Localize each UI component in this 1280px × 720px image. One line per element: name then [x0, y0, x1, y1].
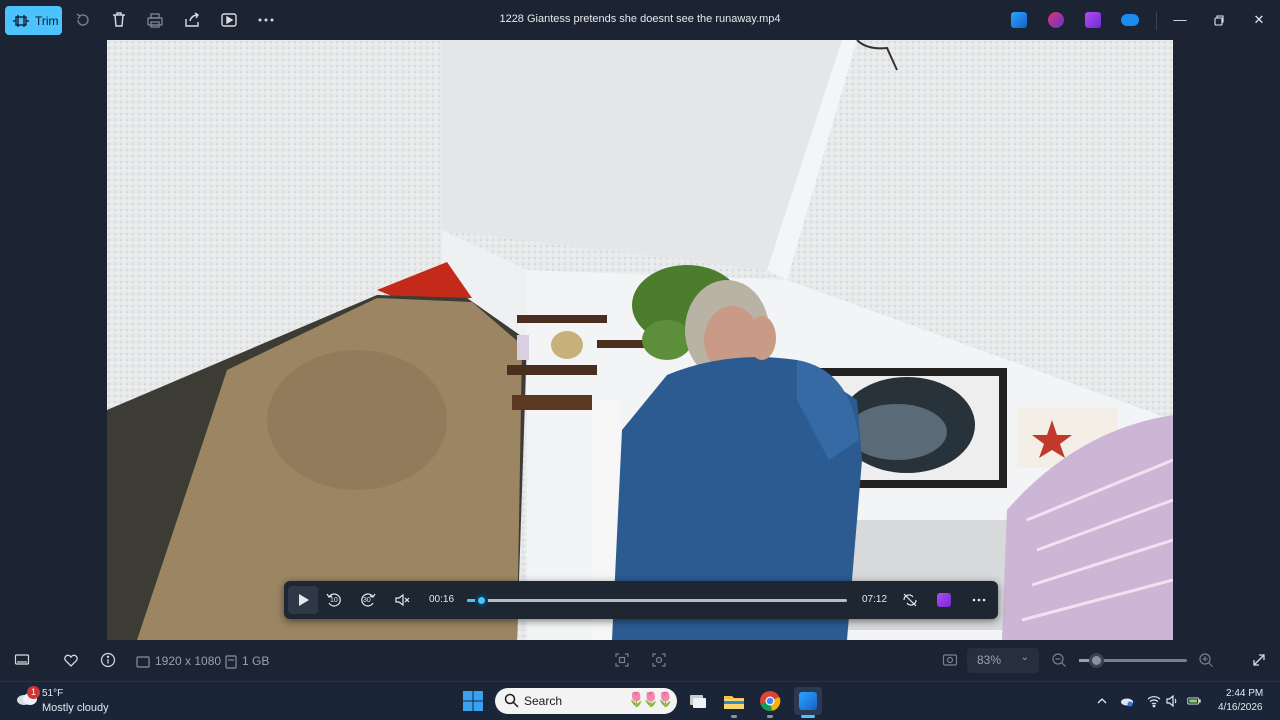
skip-back-label: 10: [330, 597, 338, 604]
fit-icon[interactable]: [614, 652, 630, 668]
designer-app-icon[interactable]: [1048, 12, 1064, 28]
clipchamp-button[interactable]: [932, 588, 956, 612]
volume-muted-icon: [395, 593, 410, 607]
file-explorer-icon[interactable]: [722, 689, 746, 713]
repeat-off-button[interactable]: [898, 588, 922, 612]
search-placeholder: Search: [524, 694, 563, 708]
trim-button[interactable]: Trim: [5, 6, 62, 35]
photos-running-indicator: [801, 715, 815, 718]
file-size-icon: [223, 654, 237, 669]
resolution-text: 1920 x 1080: [155, 654, 222, 668]
zoom-slider-thumb[interactable]: [1089, 653, 1105, 668]
clipchamp-app-icon[interactable]: [1085, 12, 1101, 28]
minimize-button[interactable]: —: [1170, 10, 1190, 30]
chevron-down-icon: ⌄: [1020, 652, 1029, 663]
battery-icon[interactable]: [1187, 694, 1205, 708]
onedrive-icon[interactable]: [1121, 14, 1139, 26]
filmstrip-icon[interactable]: [14, 652, 30, 668]
photos-icon: [799, 692, 817, 710]
more-options-icon: [972, 598, 986, 602]
seek-bar[interactable]: [467, 594, 847, 607]
onedrive-tray-icon[interactable]: [1120, 694, 1134, 708]
rotate-icon[interactable]: [74, 11, 92, 29]
zoom-out-icon[interactable]: [1051, 652, 1067, 668]
more-options-icon[interactable]: [257, 11, 275, 29]
restore-button[interactable]: [1209, 10, 1229, 30]
file-size-text: 1 GB: [242, 654, 270, 668]
search-icon: [504, 693, 519, 708]
delete-icon[interactable]: [110, 11, 128, 29]
tulips-icon: 🌷🌷🌷: [627, 691, 674, 707]
clipchamp-icon: [937, 593, 951, 607]
weather-desc: Mostly cloudy: [42, 702, 109, 714]
photos-app-icon[interactable]: [1011, 12, 1027, 28]
repeat-off-icon: [903, 593, 917, 607]
explorer-running-indicator: [731, 715, 737, 718]
actual-size-icon[interactable]: [651, 652, 667, 668]
clock-date[interactable]: 4/16/2026: [1218, 702, 1263, 713]
info-icon[interactable]: [100, 652, 116, 668]
resolution-icon: [135, 654, 150, 668]
status-bar: 1920 x 1080 1 GB 83% ⌄: [0, 640, 1280, 681]
weather-badge: 1: [27, 686, 40, 699]
trim-label: Trim: [35, 13, 59, 28]
zoom-in-icon[interactable]: [1198, 652, 1214, 668]
zoom-value: 83%: [977, 653, 1002, 667]
skip-forward-button[interactable]: 30: [356, 588, 380, 612]
duration: 07:12: [862, 594, 888, 605]
current-time: 00:16: [429, 594, 455, 605]
fullscreen-icon[interactable]: [1251, 652, 1267, 668]
clock-time[interactable]: 2:44 PM: [1226, 688, 1263, 699]
video-scene: [107, 40, 1173, 640]
title-bar: Trim 1228 Giantess pretends she doesnt s…: [0, 0, 1280, 40]
restore-icon: [1214, 15, 1224, 26]
zoom-slider[interactable]: [1079, 653, 1187, 668]
windows-start-icon[interactable]: [463, 691, 483, 711]
volume-icon[interactable]: [1165, 694, 1179, 708]
favorite-icon[interactable]: [63, 652, 79, 668]
screenshot-icon[interactable]: [942, 652, 958, 668]
close-button[interactable]: ✕: [1249, 10, 1269, 30]
video-frame[interactable]: [107, 40, 1173, 640]
title-separator: [1156, 12, 1157, 30]
skip-forward-label: 30: [363, 597, 371, 604]
chevron-up-icon[interactable]: [1095, 694, 1109, 708]
trim-icon: [13, 14, 29, 27]
zoom-dropdown[interactable]: 83% ⌄: [967, 648, 1039, 673]
weather-temp: 51°F: [42, 688, 64, 699]
player-more-button[interactable]: [967, 588, 991, 612]
photos-taskbar-icon[interactable]: [794, 687, 822, 715]
task-view-icon[interactable]: [686, 689, 710, 713]
chrome-icon[interactable]: [758, 689, 782, 713]
play-button[interactable]: [288, 586, 318, 614]
taskbar-search[interactable]: Search 🌷🌷🌷: [495, 688, 677, 714]
seek-thumb[interactable]: [475, 594, 489, 607]
wifi-icon[interactable]: [1147, 694, 1161, 708]
print-icon[interactable]: [146, 11, 164, 29]
media-controls: 10 30 00:16 07:12: [284, 581, 998, 619]
taskbar: 1 51°F Mostly cloudy Search 🌷🌷🌷 2:44 PM …: [0, 681, 1280, 720]
skip-back-button[interactable]: 10: [322, 588, 346, 612]
play-icon: [299, 594, 309, 606]
mute-button[interactable]: [390, 588, 414, 612]
share-icon[interactable]: [183, 11, 201, 29]
slideshow-icon[interactable]: [220, 11, 238, 29]
chrome-running-indicator: [767, 715, 773, 718]
